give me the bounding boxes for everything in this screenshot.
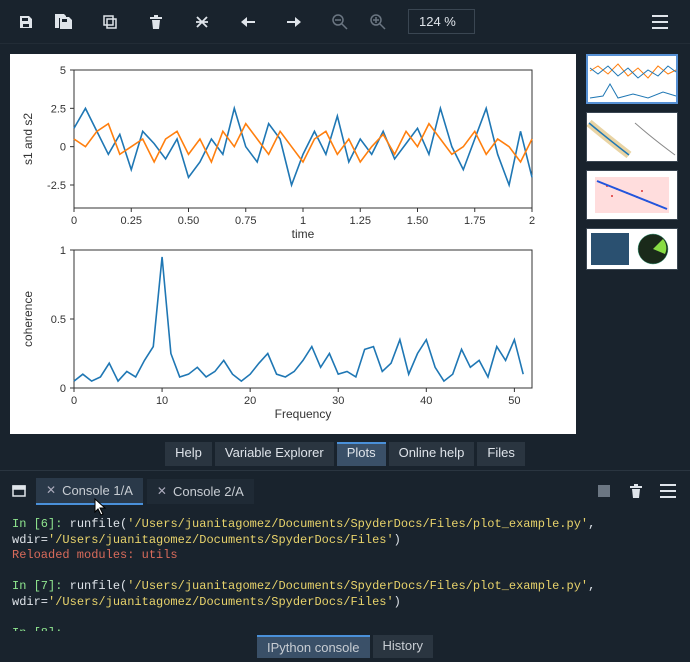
svg-text:time: time [292,227,315,241]
svg-text:0: 0 [71,215,77,227]
copy-icon[interactable] [94,6,126,38]
plot-canvas: 00.250.500.7511.251.501.752-2.502.55time… [10,54,576,434]
console-pane: ✕ Console 1/A ✕ Console 2/A In [6]: runfil… [0,470,690,631]
pane-tab-bar: Help Variable Explorer Plots Online help… [0,440,690,470]
tab-files[interactable]: Files [477,442,524,466]
svg-text:2.5: 2.5 [51,103,66,115]
chart-bottom: 0 10 20 30 40 50 0 0.5 1 Frequency coherence [18,242,548,422]
save-icon[interactable] [10,6,42,38]
console-menu-icon[interactable] [652,475,684,507]
forward-icon[interactable] [278,6,310,38]
stop-icon[interactable] [588,475,620,507]
remove-all-icon[interactable] [186,6,218,38]
svg-text:0: 0 [60,142,66,154]
svg-text:s1 and s2: s1 and s2 [21,113,35,165]
thumbnail-1[interactable] [586,54,678,104]
zoom-out-icon[interactable] [324,6,356,38]
svg-text:30: 30 [332,395,344,407]
svg-text:1: 1 [60,245,66,257]
tab-variable-explorer[interactable]: Variable Explorer [215,442,334,466]
clear-icon[interactable] [620,475,652,507]
tab-ipython-console[interactable]: IPython console [257,635,370,658]
thumbnail-4[interactable] [586,228,678,270]
save-all-icon[interactable] [48,6,80,38]
svg-text:40: 40 [420,395,432,407]
svg-text:Frequency: Frequency [275,407,332,421]
svg-text:0: 0 [60,383,66,395]
tab-help[interactable]: Help [165,442,212,466]
console-tab-1-label: Console 1/A [62,483,133,498]
back-icon[interactable] [232,6,264,38]
close-icon[interactable]: ✕ [157,484,167,498]
tab-online-help[interactable]: Online help [389,442,475,466]
zoom-level[interactable]: 124 % [408,9,475,34]
menu-icon[interactable] [644,6,676,38]
svg-text:1.75: 1.75 [464,215,485,227]
svg-text:1.25: 1.25 [350,215,371,227]
svg-text:coherence: coherence [21,291,35,347]
browse-tabs-icon[interactable] [6,475,32,507]
chart-top: 0 0.25 0.50 0.75 1 1.25 1.50 1.75 2 -2.5 0 2.5 5 time… [18,62,548,242]
plot-toolbar: 124 % [0,0,690,44]
thumbnail-2[interactable] [586,112,678,162]
delete-icon[interactable] [140,6,172,38]
svg-text:50: 50 [508,395,520,407]
thumbnail-3[interactable] [586,170,678,220]
close-icon[interactable]: ✕ [46,483,56,497]
console-tab-1[interactable]: ✕ Console 1/A [36,478,143,505]
tab-plots[interactable]: Plots [337,442,386,466]
svg-text:-2.5: -2.5 [47,180,66,192]
svg-text:0.50: 0.50 [178,215,199,227]
svg-text:1: 1 [300,215,306,227]
svg-text:5: 5 [60,65,66,77]
svg-text:10: 10 [156,395,168,407]
bottom-tab-bar: IPython console History [0,631,690,662]
console-tab-2[interactable]: ✕ Console 2/A [147,479,254,504]
svg-text:0: 0 [71,395,77,407]
svg-text:1.50: 1.50 [407,215,428,227]
thumbnail-list [584,44,690,440]
svg-text:0.75: 0.75 [235,215,256,227]
svg-text:2: 2 [529,215,535,227]
tab-history[interactable]: History [373,635,433,658]
zoom-in-icon[interactable] [362,6,394,38]
console-output[interactable]: In [6]: runfile('/Users/juanitagomez/Doc… [0,511,690,631]
console-tab-2-label: Console 2/A [173,484,244,499]
svg-text:0.25: 0.25 [121,215,142,227]
svg-text:20: 20 [244,395,256,407]
svg-text:0.5: 0.5 [51,314,66,326]
